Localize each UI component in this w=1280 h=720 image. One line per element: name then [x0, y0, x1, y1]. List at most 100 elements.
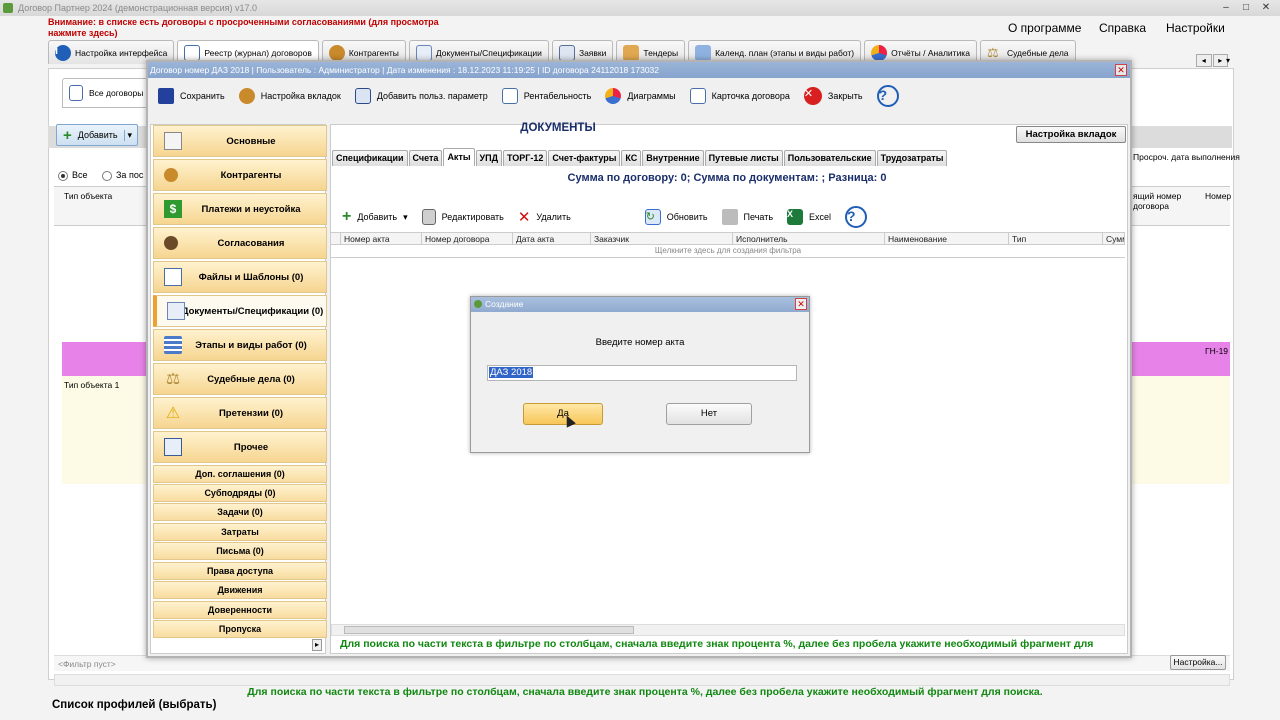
- overdue-warning-link[interactable]: Внимание: в списке есть договоры с проср…: [48, 17, 478, 39]
- pie-chart-icon: [605, 88, 622, 104]
- nav-claims[interactable]: ⚠ Претензии (0): [153, 397, 327, 429]
- tab-config-button[interactable]: Настройка вкладок: [238, 88, 341, 104]
- contract-window-title: Договор номер ДАЗ 2018 | Пользователь : …: [148, 62, 1130, 78]
- nav-addendums[interactable]: Доп. соглашения (0): [153, 465, 327, 483]
- menu-settings[interactable]: Настройки: [1166, 21, 1225, 35]
- column-customer[interactable]: Заказчик: [591, 233, 733, 244]
- chevron-down-icon[interactable]: ▾: [123, 129, 132, 141]
- radio-all[interactable]: Все: [58, 170, 88, 181]
- column-type[interactable]: Тип: [1009, 233, 1103, 244]
- column-name[interactable]: Наименование: [885, 233, 1009, 244]
- tab-list-dropdown[interactable]: ▾: [1226, 56, 1230, 65]
- column-contractor[interactable]: Исполнитель: [733, 233, 885, 244]
- warning-icon: ⚠: [165, 405, 181, 422]
- file-icon: [164, 268, 182, 286]
- sum-summary: Сумма по договору: 0; Сумма по документа…: [567, 172, 887, 184]
- info-icon: i: [55, 44, 71, 61]
- tab-torg12[interactable]: ТОРГ-12: [503, 150, 548, 166]
- tab-ks[interactable]: КС: [621, 150, 642, 166]
- help-button[interactable]: ?: [876, 85, 899, 107]
- tab-acts[interactable]: Акты: [443, 148, 475, 166]
- tab-custom[interactable]: Пользовательские: [783, 150, 876, 166]
- app-icon: [3, 3, 13, 13]
- nav-powers-of-attorney[interactable]: Доверенности: [153, 601, 327, 619]
- tab-upd[interactable]: УПД: [475, 150, 503, 166]
- menu-help[interactable]: Справка: [1099, 21, 1146, 35]
- save-button[interactable]: Сохранить: [158, 88, 225, 104]
- window-close-button[interactable]: ✕: [1256, 2, 1276, 14]
- stages-icon: [164, 336, 182, 354]
- nav-other[interactable]: Прочее: [153, 431, 327, 463]
- nav-passes[interactable]: Пропуска: [153, 620, 327, 638]
- nav-movements[interactable]: Движения: [153, 581, 327, 599]
- nav-approvals[interactable]: Согласования: [153, 227, 327, 259]
- registry-settings-button[interactable]: Настройка...: [1170, 655, 1226, 670]
- tab-scroll-left[interactable]: ◂: [1196, 54, 1212, 67]
- tab-labor-costs[interactable]: Трудозатраты: [876, 150, 948, 166]
- nav-counterparties[interactable]: Контрагенты: [153, 159, 327, 191]
- tab-internal[interactable]: Внутренние: [642, 150, 704, 166]
- tab-tax-invoices[interactable]: Счет-фактуры: [548, 150, 621, 166]
- nav-stages[interactable]: Этапы и виды работ (0): [153, 329, 327, 361]
- nav-expenses[interactable]: Затраты: [153, 523, 327, 541]
- dialog-close-button[interactable]: ✕: [795, 298, 807, 310]
- contract-window-close-button[interactable]: ✕: [1115, 64, 1127, 76]
- tab-all-contracts[interactable]: Все договоры: [62, 78, 152, 108]
- minimize-button[interactable]: –: [1216, 2, 1236, 14]
- refresh-icon: ↻: [644, 209, 661, 225]
- nav-subcontracts[interactable]: Субподряды (0): [153, 484, 327, 502]
- document-icon: [69, 85, 83, 101]
- menu-about[interactable]: О программе: [1008, 21, 1081, 35]
- act-number-value: ДАЗ 2018: [489, 367, 534, 378]
- tab-specifications[interactable]: Спецификации: [332, 150, 408, 166]
- close-button[interactable]: ✕ Закрыть: [803, 87, 863, 105]
- object-type-cell: Тип объекта 1: [64, 380, 120, 390]
- add-user-param-button[interactable]: Добавить польз. параметр: [354, 88, 488, 104]
- grid-filter-row[interactable]: Щелкните здесь для создания фильтра: [331, 245, 1125, 258]
- maximize-button[interactable]: □: [1236, 2, 1256, 14]
- radio-period[interactable]: За пос: [102, 170, 143, 181]
- column-overdue-date: Просроч. дата выполнения: [1133, 152, 1240, 162]
- profile-list-link[interactable]: Список профилей (выбрать): [52, 699, 216, 711]
- delete-act-button[interactable]: ✕ Удалить: [518, 208, 571, 226]
- contract-section-nav: Основные Контрагенты $ Платежи и неустойк…: [150, 124, 327, 654]
- edit-act-button[interactable]: Редактировать: [421, 209, 504, 225]
- act-number-input[interactable]: ДАЗ 2018: [487, 365, 797, 381]
- nav-court-cases[interactable]: ⚖ Судебные дела (0): [153, 363, 327, 395]
- diagrams-button[interactable]: Диаграммы: [605, 88, 676, 104]
- dollar-icon: $: [164, 200, 182, 218]
- nav-main[interactable]: Основные: [153, 125, 327, 157]
- column-act-number[interactable]: Номер акта: [341, 233, 422, 244]
- excel-button[interactable]: X Excel: [787, 209, 831, 225]
- tab-invoices[interactable]: Счета: [408, 150, 443, 166]
- documents-help-button[interactable]: ?: [845, 206, 868, 228]
- nav-payments[interactable]: $ Платежи и неустойка: [153, 193, 327, 225]
- nav-files[interactable]: Файлы и Шаблоны (0): [153, 261, 327, 293]
- profitability-button[interactable]: Рентабельность: [501, 88, 591, 104]
- dialog-prompt: Введите номер акта: [595, 337, 685, 348]
- nav-scroll-right[interactable]: ▸: [312, 639, 322, 651]
- nav-letters[interactable]: Письма (0): [153, 542, 327, 560]
- acts-hscroll[interactable]: [331, 624, 1125, 636]
- add-act-button[interactable]: + Добавить ▾: [342, 208, 408, 226]
- contract-card-button[interactable]: Карточка договора: [689, 88, 790, 104]
- registry-hscroll[interactable]: [54, 674, 1230, 686]
- scroll-thumb[interactable]: [344, 626, 634, 634]
- column-sum[interactable]: Сумма: [1103, 233, 1125, 244]
- app-icon: [474, 300, 482, 308]
- yes-button[interactable]: Да: [523, 403, 603, 425]
- other-icon: [164, 438, 182, 456]
- refresh-button[interactable]: ↻ Обновить: [644, 209, 708, 225]
- documents-icon: [415, 44, 432, 61]
- column-contract-number[interactable]: Номер договора: [422, 233, 513, 244]
- plus-icon: +: [342, 208, 352, 225]
- column-act-date[interactable]: Дата акта: [513, 233, 591, 244]
- tab-waybills[interactable]: Путевые листы: [704, 150, 783, 166]
- nav-access-rights[interactable]: Права доступа: [153, 562, 327, 580]
- registry-add-button[interactable]: + Добавить ▾: [56, 124, 138, 146]
- nav-documents[interactable]: Документы/Спецификации (0): [153, 295, 327, 327]
- nav-tasks[interactable]: Задачи (0): [153, 503, 327, 521]
- print-button[interactable]: Печать: [721, 209, 773, 225]
- tab-settings-button[interactable]: Настройка вкладок: [1016, 126, 1126, 143]
- no-button[interactable]: Нет: [666, 403, 752, 425]
